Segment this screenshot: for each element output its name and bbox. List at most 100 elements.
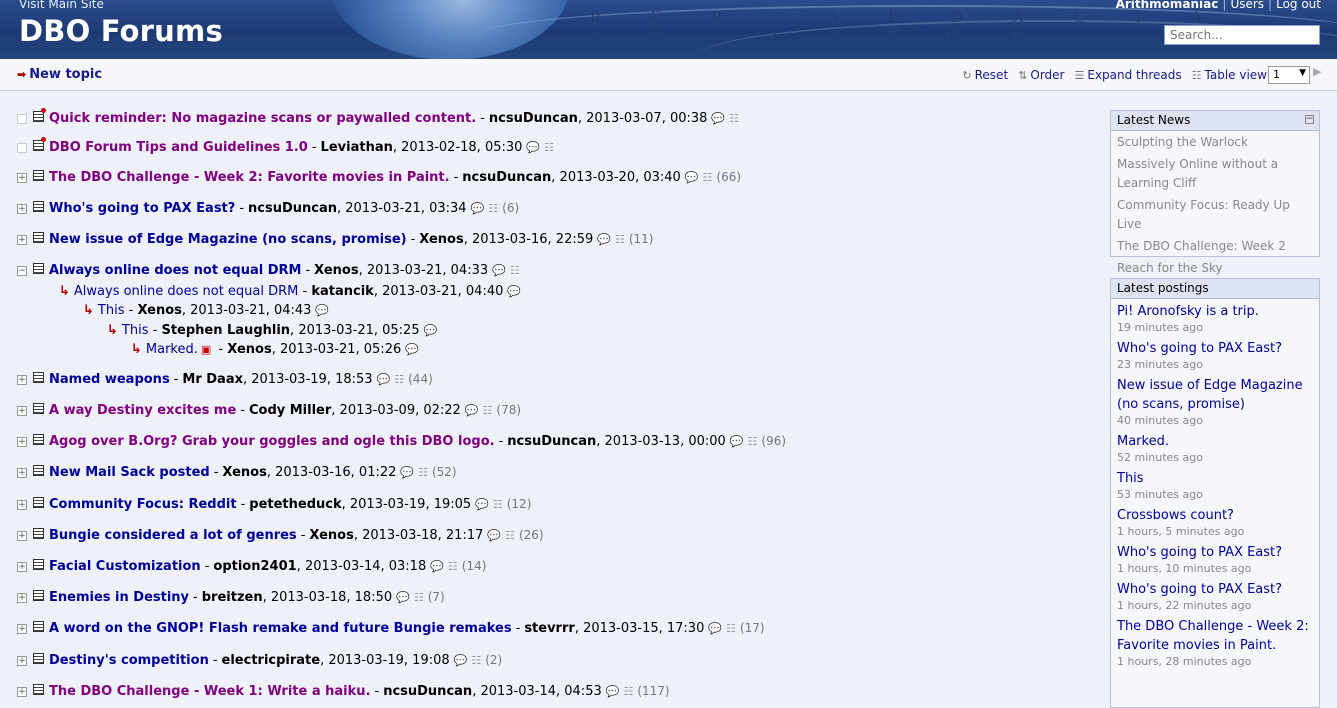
expand-icon[interactable]: +	[17, 500, 27, 510]
expand-icon[interactable]: +	[17, 656, 27, 666]
posting-link[interactable]: This	[1117, 469, 1313, 488]
thread-tree-icon[interactable]: ☷	[510, 264, 520, 277]
posting-link[interactable]: Who's going to PAX East?	[1117, 339, 1313, 358]
thread-author[interactable]: ncsuDuncan	[489, 111, 578, 126]
table-view-link[interactable]: ☷ Table view	[1192, 68, 1267, 82]
thread-title-link[interactable]: New Mail Sack posted	[49, 465, 210, 480]
expand-icon[interactable]: +	[17, 235, 27, 245]
thread-tree-icon[interactable]: ☷	[703, 171, 713, 184]
thread-tree-icon[interactable]: ☷	[615, 233, 625, 246]
reset-link[interactable]: ↻ Reset	[962, 68, 1008, 82]
minimize-icon[interactable]: −	[1305, 115, 1314, 124]
thread-author[interactable]: Cody Miller	[249, 403, 331, 418]
thread-title-link[interactable]: Enemies in Destiny	[49, 590, 189, 605]
reply-bubble-icon[interactable]: 💬	[685, 171, 699, 184]
thread-tree-icon[interactable]: ☷	[493, 498, 503, 511]
posting-link[interactable]: Who's going to PAX East?	[1117, 543, 1313, 562]
thread-tree-icon[interactable]: ☷	[414, 591, 424, 604]
thread-title-link[interactable]: The DBO Challenge - Week 2: Favorite mov…	[49, 170, 450, 185]
forum-title[interactable]: DBO Forums	[19, 14, 223, 48]
thread-tree-icon[interactable]: ☷	[544, 141, 554, 154]
expand-icon[interactable]: +	[17, 468, 27, 478]
reply-title-link[interactable]: Always online does not equal DRM	[74, 284, 298, 299]
thread-author[interactable]: Xenos	[419, 232, 463, 247]
posting-link[interactable]: Pi! Aronofsky is a trip.	[1117, 302, 1313, 321]
expand-icon[interactable]: +	[17, 173, 27, 183]
expand-threads-link[interactable]: ☰ Expand threads	[1074, 68, 1181, 82]
expand-icon[interactable]: +	[17, 375, 27, 385]
news-item-link[interactable]: The DBO Challenge: Week 2	[1111, 237, 1319, 256]
thread-title-link[interactable]: Always online does not equal DRM	[49, 263, 301, 278]
thread-title-link[interactable]: Quick reminder: No magazine scans or pay…	[49, 111, 476, 126]
thread-tree-icon[interactable]: ☷	[726, 622, 736, 635]
reply-author[interactable]: Xenos	[137, 303, 181, 318]
thread-author[interactable]: ncsuDuncan	[462, 170, 551, 185]
expand-icon[interactable]: +	[17, 437, 27, 447]
reply-bubble-icon[interactable]: 💬	[606, 685, 620, 698]
reply-author[interactable]: Stephen Laughlin	[161, 323, 290, 338]
thread-title-link[interactable]: Named weapons	[49, 372, 170, 387]
thread-title-link[interactable]: A word on the GNOP! Flash remake and fut…	[49, 621, 512, 636]
reply-title-link[interactable]: This	[98, 303, 125, 318]
visit-main-site-link[interactable]: Visit Main Site	[19, 0, 104, 11]
news-item-link[interactable]: Massively Online without a Learning Clif…	[1111, 155, 1319, 193]
new-topic-link[interactable]: ➡ New topic	[17, 67, 102, 82]
thread-author[interactable]: breitzen	[202, 590, 263, 605]
thread-tree-icon[interactable]: ☷	[748, 435, 758, 448]
reply-author[interactable]: katancik	[311, 284, 373, 299]
thread-title-link[interactable]: Facial Customization	[49, 559, 201, 574]
reply-bubble-icon[interactable]: 💬	[471, 202, 485, 215]
thread-title-link[interactable]: Agog over B.Org? Grab your goggles and o…	[49, 434, 495, 449]
reply-bubble-icon[interactable]: 💬	[396, 591, 410, 604]
reply-bubble-icon[interactable]: 💬	[708, 622, 722, 635]
expand-icon[interactable]: +	[17, 531, 27, 541]
expand-icon[interactable]: +	[17, 204, 27, 214]
reply-author[interactable]: Xenos	[227, 342, 271, 357]
thread-author[interactable]: ncsuDuncan	[248, 201, 337, 216]
expand-icon[interactable]: +	[17, 624, 27, 634]
thread-tree-icon[interactable]: ☷	[488, 202, 498, 215]
thread-title-link[interactable]: DBO Forum Tips and Guidelines 1.0	[49, 140, 308, 155]
posting-link[interactable]: Marked.	[1117, 432, 1313, 451]
reply-bubble-icon[interactable]: 💬	[315, 304, 329, 317]
thread-title-link[interactable]: The DBO Challenge - Week 1: Write a haik…	[49, 684, 370, 699]
reply-bubble-icon[interactable]: 💬	[377, 373, 391, 386]
reply-bubble-icon[interactable]: 💬	[507, 285, 521, 298]
reply-bubble-icon[interactable]: 💬	[730, 435, 744, 448]
thread-author[interactable]: ncsuDuncan	[507, 434, 596, 449]
thread-author[interactable]: ncsuDuncan	[383, 684, 472, 699]
thread-author[interactable]: Xenos	[222, 465, 266, 480]
posting-link[interactable]: The DBO Challenge - Week 2: Favorite mov…	[1117, 617, 1313, 655]
expand-icon[interactable]: +	[17, 406, 27, 416]
news-item-link[interactable]: Community Focus: Ready Up Live	[1111, 196, 1319, 234]
thread-author[interactable]: Xenos	[309, 528, 353, 543]
thread-author[interactable]: option2401	[213, 559, 296, 574]
next-page-icon[interactable]: ▶	[1313, 65, 1321, 78]
expand-icon[interactable]: +	[17, 593, 27, 603]
reply-bubble-icon[interactable]: 💬	[526, 141, 540, 154]
reply-bubble-icon[interactable]: 💬	[711, 112, 725, 125]
collapse-icon[interactable]: −	[17, 266, 27, 276]
reply-bubble-icon[interactable]: 💬	[454, 654, 468, 667]
reply-bubble-icon[interactable]: 💬	[492, 264, 506, 277]
thread-title-link[interactable]: Community Focus: Reddit	[49, 497, 237, 512]
thread-title-link[interactable]: Bungie considered a lot of genres	[49, 528, 297, 543]
thread-tree-icon[interactable]: ☷	[729, 112, 739, 125]
thread-tree-icon[interactable]: ☷	[505, 529, 515, 542]
thread-author[interactable]: Mr Daax	[182, 372, 243, 387]
reply-title-link[interactable]: This	[122, 323, 149, 338]
reply-bubble-icon[interactable]: 💬	[465, 404, 479, 417]
reply-bubble-icon[interactable]: 💬	[487, 529, 501, 542]
news-item-link[interactable]: Sculpting the Warlock	[1111, 133, 1319, 152]
reply-title-link[interactable]: Marked.	[146, 342, 198, 357]
thread-tree-icon[interactable]: ☷	[623, 685, 633, 698]
reply-bubble-icon[interactable]: 💬	[405, 343, 419, 356]
username-link[interactable]: Arithmomaniac	[1116, 0, 1219, 11]
expand-icon[interactable]: +	[17, 562, 27, 572]
thread-author[interactable]: Xenos	[314, 263, 358, 278]
thread-author[interactable]: petetheduck	[249, 497, 341, 512]
thread-title-link[interactable]: New issue of Edge Magazine (no scans, pr…	[49, 232, 407, 247]
search-input[interactable]	[1164, 25, 1320, 45]
page-select[interactable]: 1 ▼	[1268, 66, 1310, 84]
news-item-link[interactable]: Reach for the Sky	[1111, 259, 1319, 278]
